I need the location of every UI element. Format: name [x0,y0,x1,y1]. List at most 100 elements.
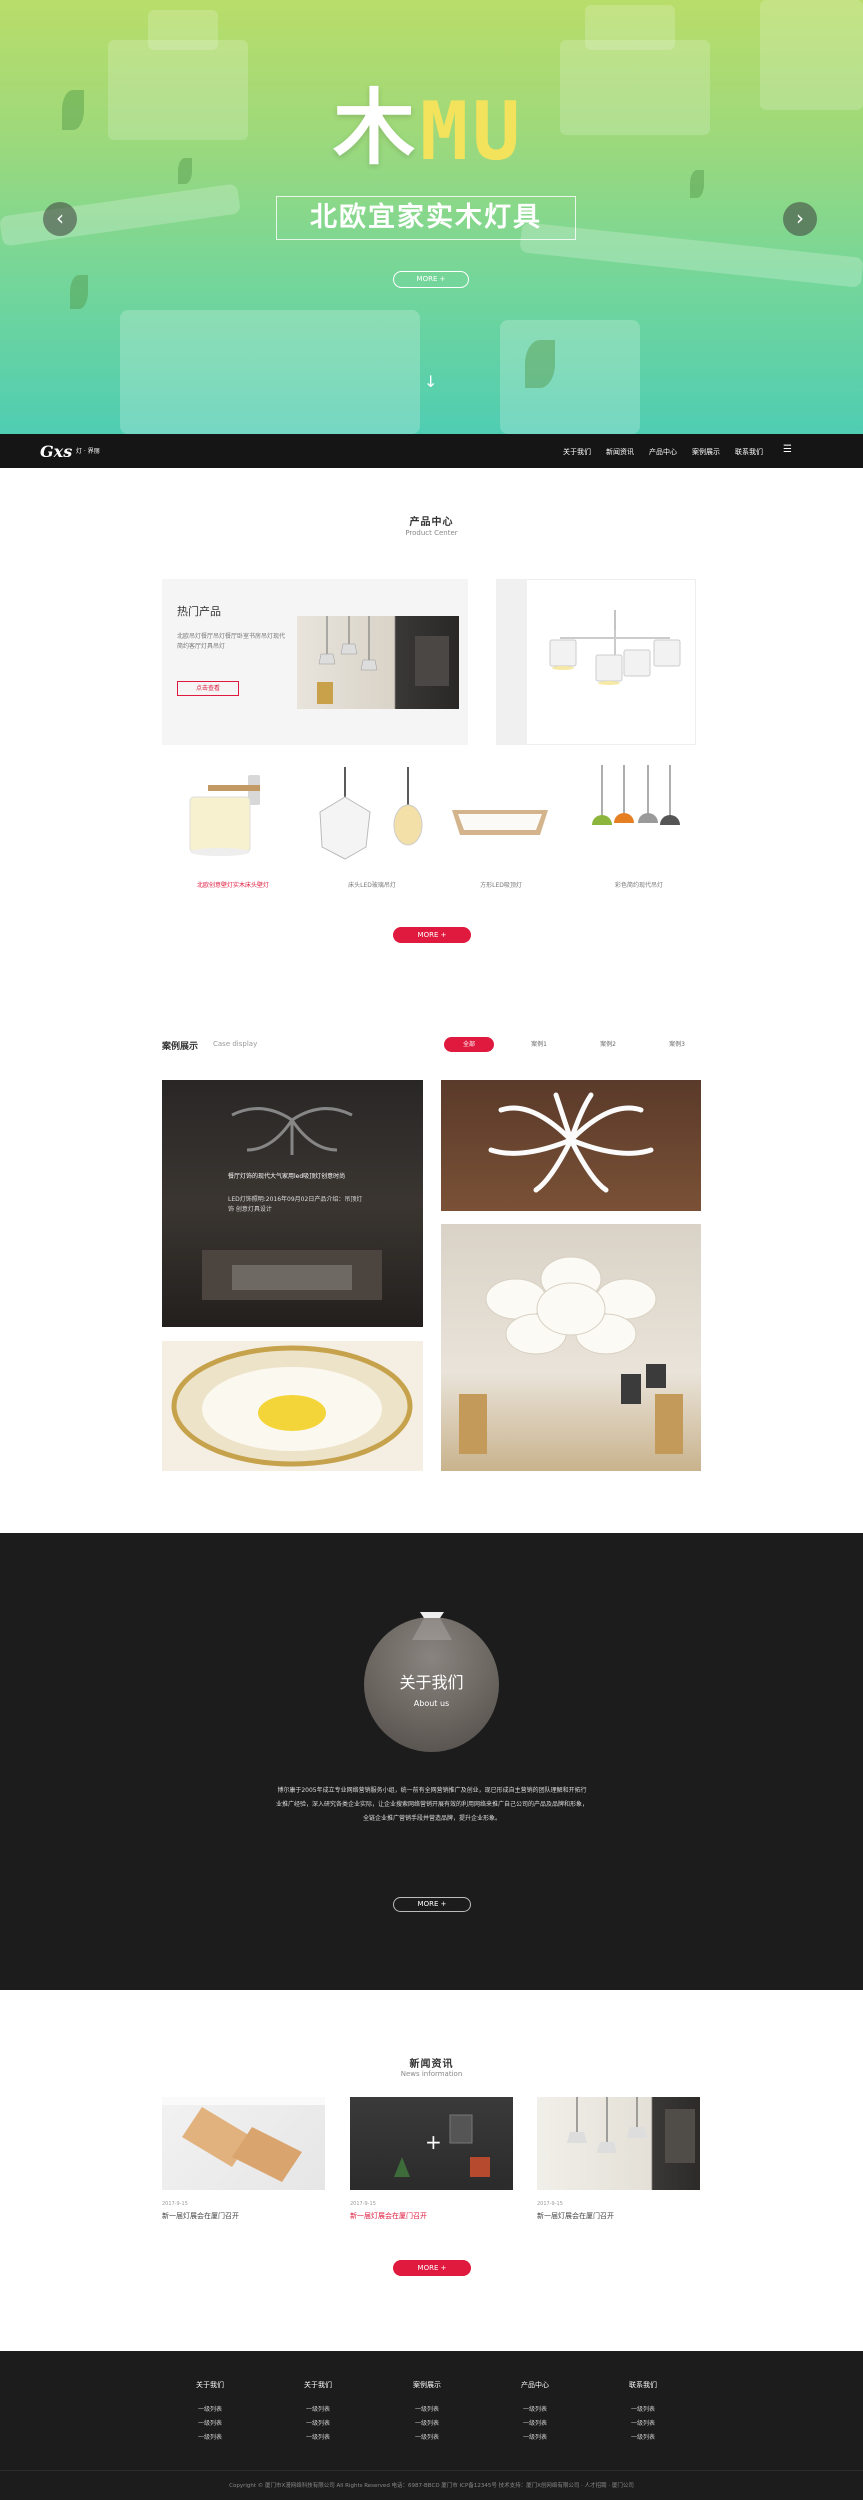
footer-link[interactable]: 一级列表 [603,2404,683,2413]
news-date: 2017-9-15 [350,2201,376,2207]
footer-link[interactable]: 一级列表 [603,2432,683,2441]
hero-leaf-decor [70,275,88,309]
products-section-subtitle: Product Center [405,529,458,537]
hero-title-en: MU [420,85,525,178]
dark-room-illustration: + [394,2114,490,2177]
product-label[interactable]: 彩色简约现代吊灯 [579,880,699,889]
footer-link[interactable]: 一级列表 [387,2432,467,2441]
footer-link[interactable]: 一级列表 [170,2404,250,2413]
flower-ceiling-lamp-illustration [459,1256,683,1454]
footer-link[interactable]: 一级列表 [495,2404,575,2413]
site-logo-subtitle: 灯 · 界丽 [76,448,100,455]
footer-link[interactable]: 一级列表 [278,2432,358,2441]
footer-link[interactable]: 一级列表 [387,2404,467,2413]
wood-lamp-illustration [162,2097,325,2182]
round-ceiling-lamp-illustration [171,1345,413,1467]
hero-lamp-decor [760,0,863,110]
hot-product-description: 北欧吊灯餐厅吊灯餐厅卧室书房吊灯现代简约客厅灯具吊灯 [177,633,286,650]
product-image-colorful-pendants[interactable] [582,765,702,835]
cases-section-subtitle: Case display [213,1040,258,1048]
news-date: 2017-9-15 [537,2201,563,2207]
product-image-wall-lamp[interactable] [178,767,288,867]
nav-item-contact[interactable]: 联系我们 [735,447,763,457]
footer-column-title[interactable]: 联系我们 [603,2380,683,2390]
footer-column-title[interactable]: 产品中心 [495,2380,575,2390]
hero-title-cn: 木 [333,81,418,176]
chandelier-product-image [549,610,681,685]
nav-item-about[interactable]: 关于我们 [563,447,591,457]
footer-link[interactable]: 一级列表 [170,2418,250,2427]
product-image-square-ceiling[interactable] [440,790,560,850]
news-image-pendant-lamps[interactable] [537,2097,700,2190]
spotlight-lamp-illustration [412,1612,452,1640]
case-overlay-description: LED灯饰照明:2016年09月02日产品介绍：吊顶灯饰 创意灯具设计 [228,1196,363,1213]
footer-link[interactable]: 一级列表 [387,2418,467,2427]
about-title: 关于我们 [399,1673,464,1692]
menu-icon[interactable]: ☰ [783,444,792,455]
case-tab-all[interactable]: 全部 [444,1037,494,1052]
hero-next-arrow-icon[interactable]: › [783,202,817,236]
hero-branch-decor [120,310,420,434]
product-image-glass-pendant[interactable] [300,767,430,867]
hero-banner: 木 MU 北欧宜家实木灯具 ‹ › MORE + ↓ [0,0,863,434]
scroll-down-arrow-icon[interactable]: ↓ [424,372,437,391]
pendant-lamps-illustration [567,2097,695,2163]
footer-link[interactable]: 一级列表 [495,2432,575,2441]
hero-branch-decor [500,320,640,434]
hero-subtitle: 北欧宜家实木灯具 [276,196,576,240]
footer-link[interactable]: 一级列表 [603,2418,683,2427]
nav-item-news[interactable]: 新闻资讯 [606,447,634,457]
footer-link[interactable]: 一级列表 [278,2418,358,2427]
footer-link[interactable]: 一级列表 [170,2432,250,2441]
case-tab-3[interactable]: 案例3 [652,1037,702,1052]
footer-column-title[interactable]: 关于我们 [170,2380,250,2390]
nav-item-products[interactable]: 产品中心 [649,447,677,457]
news-image-wood-lamp[interactable] [162,2097,325,2190]
news-more-button[interactable]: MORE + [393,2260,471,2276]
svg-text:+: + [425,2130,442,2154]
news-image-dark-room[interactable]: + [350,2097,513,2190]
hero-lamp-decor [560,40,710,135]
case-image-flower-ceiling-lamp[interactable] [441,1224,701,1471]
about-more-button[interactable]: MORE + [393,1897,471,1912]
news-title[interactable]: 新一届灯展会在厦门召开 [162,2211,239,2221]
hot-product-image[interactable] [297,616,459,709]
product-label[interactable]: 北欧创意壁灯实木床头壁灯 [173,880,293,889]
products-more-button[interactable]: MORE + [393,927,471,943]
hero-lamp-decor [148,10,218,50]
featured-product-card-edge [496,579,527,745]
news-title[interactable]: 新一届灯展会在厦门召开 [537,2211,614,2221]
nav-item-cases[interactable]: 案例展示 [692,447,720,457]
news-section-title: 新闻资讯 [409,2059,454,2070]
hot-product-view-button[interactable]: 点击查看 [177,681,239,696]
case-image-round-crystal-lamp[interactable] [162,1341,423,1471]
hero-leaf-decor [62,90,84,130]
product-label[interactable]: 方形LED吸顶灯 [441,880,561,889]
footer-link[interactable]: 一级列表 [278,2404,358,2413]
hero-branch-decor [0,183,241,247]
hero-lamp-decor [108,40,248,140]
news-title[interactable]: 新一届灯展会在厦门召开 [350,2211,427,2221]
site-logo[interactable]: Gxs [40,442,72,461]
footer-copyright: Copyright © 厦门市X漫网络科技有限公司 All Rights Res… [229,2483,634,2489]
cases-section-title: 案例展示 [162,1042,199,1052]
case-overlay-title: 餐厅灯饰的现代大气家用led吸顶灯创意时尚 [228,1173,346,1180]
footer-divider [0,2470,863,2471]
top-navbar: Gxs 灯 · 界丽 关于我们 新闻资讯 产品中心 案例展示 联系我们 ☰ [0,434,863,468]
footer-link[interactable]: 一级列表 [495,2418,575,2427]
about-section [0,1533,863,1990]
about-subtitle: About us [413,1699,450,1708]
footer-column-title[interactable]: 关于我们 [278,2380,358,2390]
hero-more-button[interactable]: MORE + [393,271,469,288]
products-section-title: 产品中心 [409,517,454,528]
footer-column-title[interactable]: 案例展示 [387,2380,467,2390]
hero-leaf-decor [178,158,192,184]
hot-product-title: 热门产品 [177,605,221,618]
case-image-branch-chandelier[interactable] [441,1080,701,1211]
case-tab-1[interactable]: 案例1 [514,1037,564,1052]
product-label[interactable]: 床头LED玻璃吊灯 [312,880,432,889]
hero-prev-arrow-icon[interactable]: ‹ [43,202,77,236]
branch-chandelier-illustration [488,1092,654,1193]
case-tab-2[interactable]: 案例2 [583,1037,633,1052]
about-description: 博尔康于2005年成立专业网络营销服务小组，统一前有全网营销推广及创业，现已形成… [276,1787,589,1822]
